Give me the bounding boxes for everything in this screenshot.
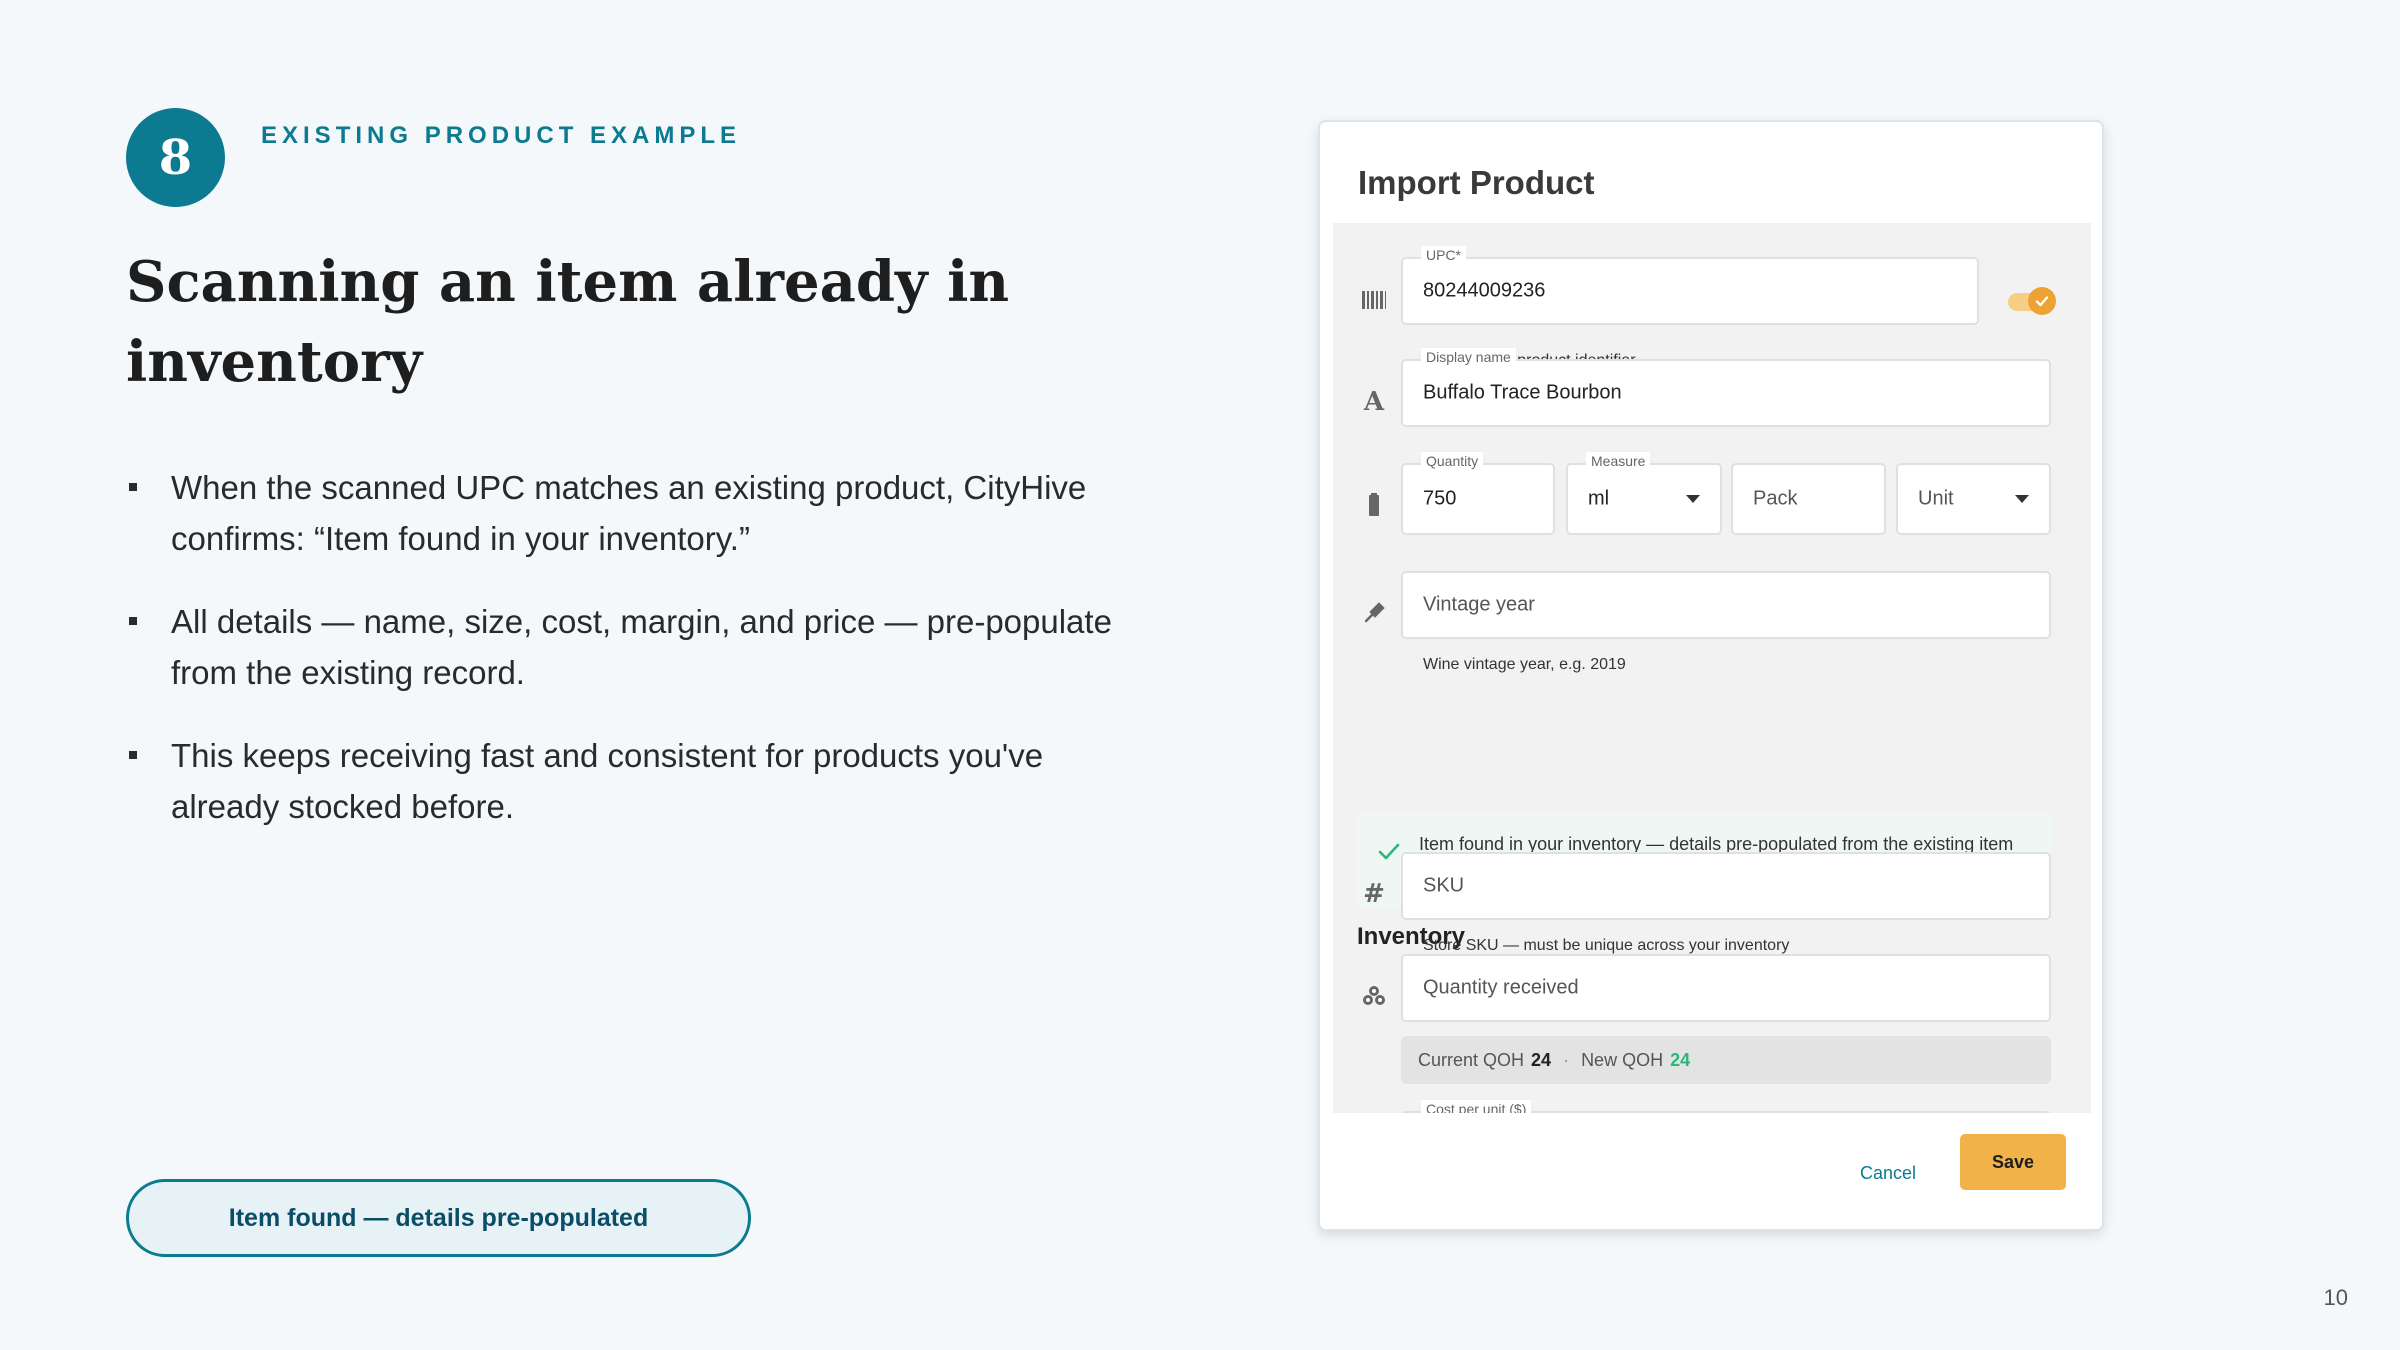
qoh-summary: Current QOH 24 · New QOH 24	[1401, 1036, 2051, 1084]
upc-label: UPC*	[1421, 246, 1467, 264]
bullet-item: When the scanned UPC matches an existing…	[126, 462, 1126, 564]
chevron-down-icon	[2015, 495, 2029, 503]
step-number-badge: 8	[126, 108, 225, 207]
measure-value: ml	[1588, 487, 1610, 510]
chevron-down-icon	[1686, 495, 1700, 503]
bullet-list: When the scanned UPC matches an existing…	[126, 462, 1126, 864]
wine-pour-icon	[1359, 598, 1389, 628]
dialog-footer: Cancel Save	[1320, 1113, 2102, 1229]
eyebrow-label: EXISTING PRODUCT EXAMPLE	[261, 122, 742, 149]
measure-label: Measure	[1586, 452, 1651, 470]
text-a-icon: A	[1363, 387, 1385, 417]
status-pill: Item found — details pre-populated	[126, 1179, 751, 1257]
page-number: 10	[2323, 1285, 2348, 1310]
vintage-hint: Wine vintage year, e.g. 2019	[1423, 656, 1626, 673]
upc-toggle[interactable]	[2006, 287, 2058, 315]
unit-value: Unit	[1918, 487, 1954, 510]
quantity-field[interactable]: Quantity 750	[1401, 452, 1555, 535]
bullet-item: This keeps receiving fast and consistent…	[126, 730, 1126, 832]
display-name-field[interactable]: Display name Buffalo Trace Bourbon	[1401, 348, 2051, 427]
hash-icon: #	[1363, 879, 1385, 909]
unit-select[interactable]: Unit	[1896, 463, 2051, 535]
check-icon	[1377, 841, 1401, 868]
cancel-button[interactable]: Cancel	[1848, 1148, 1928, 1198]
check-icon	[2028, 287, 2056, 315]
vintage-year-placeholder: Vintage year	[1423, 593, 1535, 616]
barcode-icon	[1359, 285, 1389, 315]
new-qoh-label: New QOH	[1581, 1049, 1664, 1070]
current-qoh-label: Current QOH	[1418, 1049, 1525, 1070]
sku-field[interactable]: SKU	[1401, 852, 2051, 920]
current-qoh-value: 24	[1531, 1049, 1552, 1070]
quantity-label: Quantity	[1421, 452, 1484, 470]
vintage-year-field[interactable]: Vintage year	[1401, 571, 2051, 639]
display-name-label: Display name	[1421, 348, 1516, 366]
pack-field[interactable]: Pack	[1731, 463, 1886, 535]
bullet-item: All details — name, size, cost, margin, …	[126, 596, 1126, 698]
pack-placeholder: Pack	[1753, 487, 1798, 510]
new-qoh-value: 24	[1670, 1049, 1691, 1070]
sku-hint: Store SKU — must be unique across your i…	[1423, 937, 1790, 954]
sku-placeholder: SKU	[1423, 874, 1465, 897]
save-button[interactable]: Save	[1960, 1134, 2066, 1190]
bottle-icon	[1359, 490, 1389, 520]
dialog-title: Import Product	[1358, 164, 1595, 201]
measure-select[interactable]: Measure ml	[1566, 452, 1722, 535]
quantity-received-placeholder: Quantity received	[1423, 976, 1579, 999]
import-product-dialog: Import Product UPC* 80244009236 UPC or E…	[1318, 120, 2104, 1231]
separator-dot: ·	[1563, 1049, 1570, 1070]
upc-value: 80244009236	[1423, 279, 1546, 302]
quantity-received-field[interactable]: Quantity received	[1401, 954, 2051, 1022]
stack-icon	[1359, 981, 1389, 1011]
cost-per-unit-label: Cost per unit ($)	[1421, 1100, 1532, 1113]
slide-title: Scanning an item already in inventory	[126, 249, 1010, 395]
quantity-value: 750	[1423, 487, 1457, 510]
display-name-value: Buffalo Trace Bourbon	[1423, 381, 1622, 404]
dialog-body[interactable]: UPC* 80244009236 UPC or EAN product iden…	[1333, 223, 2091, 1113]
upc-field[interactable]: UPC* 80244009236	[1401, 246, 1979, 325]
